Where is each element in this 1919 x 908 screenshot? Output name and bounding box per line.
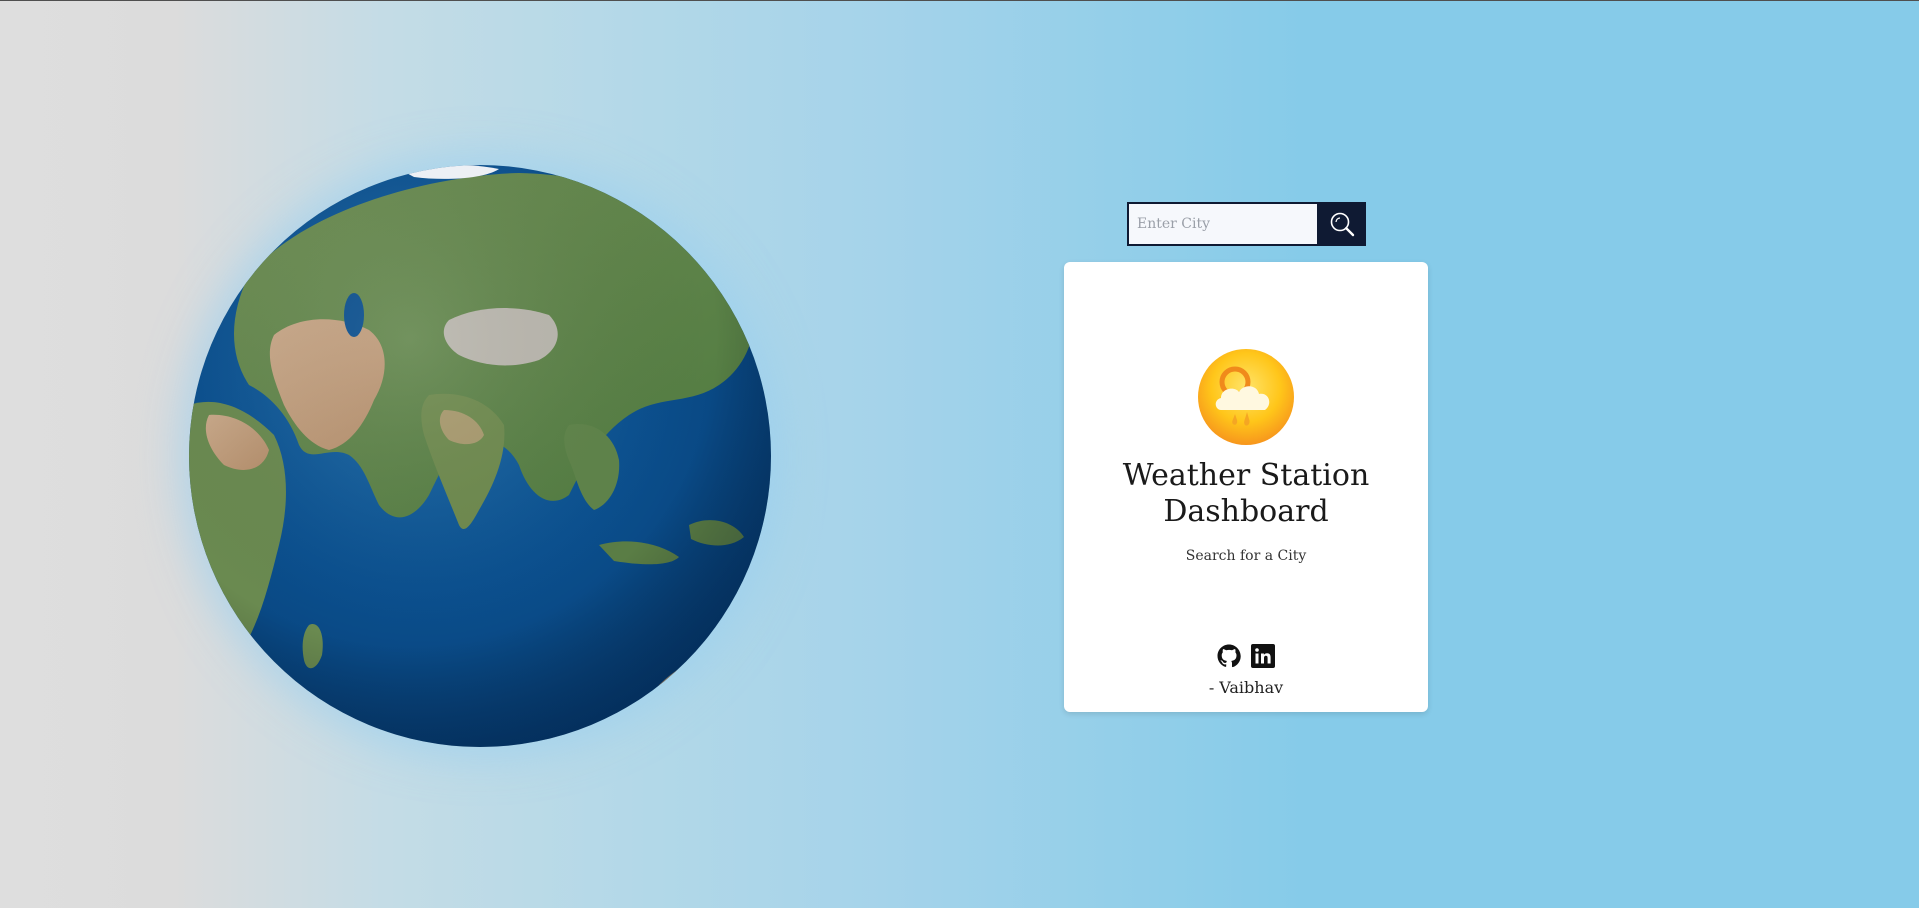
- search-icon: [1330, 212, 1354, 237]
- globe-illustration: [189, 165, 771, 747]
- linkedin-link[interactable]: [1251, 644, 1275, 668]
- social-links: [1064, 644, 1428, 668]
- sun-rain-cloud-icon: [1198, 349, 1294, 445]
- city-search-input[interactable]: [1127, 202, 1317, 246]
- search-bar: [1127, 202, 1366, 246]
- top-border: [0, 0, 1919, 1]
- subtitle: Search for a City: [1185, 548, 1307, 564]
- weather-card: Weather Station Dashboard Search for a C…: [1064, 262, 1428, 712]
- page-title: Weather Station Dashboard: [1122, 458, 1370, 529]
- earth-globe-image: [189, 165, 771, 747]
- github-icon: [1217, 644, 1241, 668]
- search-button[interactable]: [1317, 202, 1366, 246]
- linkedin-icon: [1251, 644, 1275, 668]
- author-credit: - Vaibhav: [1208, 678, 1284, 697]
- github-link[interactable]: [1217, 644, 1241, 668]
